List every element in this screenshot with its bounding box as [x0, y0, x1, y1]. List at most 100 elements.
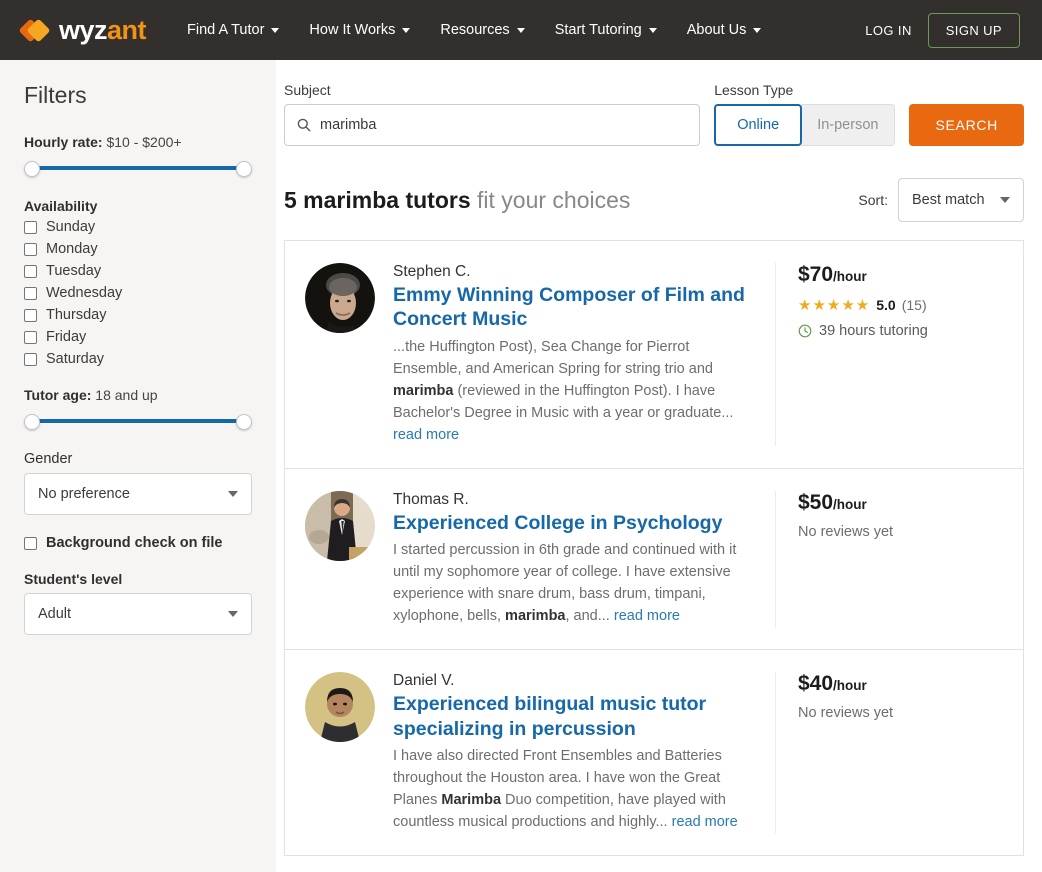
tutor-headline[interactable]: Experienced bilingual music tutor specia… — [393, 692, 759, 741]
slider-knob-max[interactable] — [236, 161, 252, 177]
checkbox-icon[interactable] — [24, 286, 37, 300]
nav-item-resources[interactable]: Resources — [425, 14, 539, 46]
availability-monday[interactable]: Monday — [24, 241, 252, 257]
lesson-type-in-person[interactable]: In-person — [801, 104, 896, 146]
tutor-meta: $70/hour ★★★★★ 5.0 (15) 39 hours tutorin… — [775, 263, 1003, 446]
logo-text-part2: ant — [107, 14, 147, 45]
read-more-link[interactable]: read more — [393, 427, 459, 443]
background-check-label: Background check on file — [46, 535, 223, 551]
tutor-price: $70/hour — [798, 263, 1003, 287]
tutor-price: $50/hour — [798, 491, 1003, 515]
chevron-down-icon — [271, 27, 280, 33]
tutor-meta: $40/hour No reviews yet — [775, 672, 1003, 834]
tutor-age-slider[interactable] — [24, 409, 252, 433]
price-amount: $50 — [798, 490, 834, 514]
checkbox-icon[interactable] — [24, 308, 37, 322]
day-label: Monday — [46, 241, 98, 257]
filters-sidebar: Filters Hourly rate: $10 - $200+ Availab… — [0, 60, 276, 872]
background-check-filter: Background check on file — [24, 535, 252, 551]
sort-select[interactable]: Best match — [898, 178, 1024, 222]
chevron-down-icon — [228, 611, 238, 617]
checkbox-icon[interactable] — [24, 536, 37, 550]
avatar[interactable] — [305, 490, 375, 561]
filters-title: Filters — [24, 82, 87, 108]
rating-value: 5.0 — [876, 297, 896, 313]
gender-select[interactable]: No preference — [24, 473, 252, 515]
student-level-select[interactable]: Adult — [24, 593, 252, 635]
tutor-age-label: Tutor age: 18 and up — [24, 387, 252, 403]
tutor-age-value: 18 and up — [95, 387, 158, 403]
nav-label: About Us — [686, 22, 747, 38]
clock-icon — [798, 324, 812, 338]
nav-label: Find A Tutor — [187, 22, 265, 38]
gender-label: Gender — [24, 451, 73, 467]
results-header: 5 marimba tutors fit your choices Sort: … — [284, 178, 1024, 222]
results-count-title: 5 marimba tutors fit your choices — [284, 187, 630, 214]
site-header: wyzant Find A Tutor How It Works Resourc… — [0, 0, 1042, 60]
signup-button[interactable]: SIGN UP — [927, 12, 1020, 48]
checkbox-icon[interactable] — [24, 330, 37, 344]
availability-tuesday[interactable]: Tuesday — [24, 263, 252, 279]
slider-knob-min[interactable] — [24, 161, 40, 177]
chevron-down-icon — [648, 27, 657, 33]
lesson-type-toggle: Online In-person — [714, 104, 896, 146]
lesson-type-online[interactable]: Online — [714, 104, 803, 146]
slider-knob-min[interactable] — [24, 414, 40, 430]
search-results-main: Subject marimba Lesson Type Online In-pe… — [276, 60, 1042, 872]
availability-friday[interactable]: Friday — [24, 329, 252, 345]
tutor-blurb: I have also directed Front Ensembles and… — [393, 745, 759, 833]
lesson-type-label: Lesson Type — [714, 82, 794, 98]
availability-sunday[interactable]: Sunday — [24, 219, 252, 235]
avatar[interactable] — [305, 672, 375, 743]
blurb-keyword: Marimba — [441, 792, 502, 809]
nav-label: Start Tutoring — [554, 22, 642, 38]
hourly-rate-slider[interactable] — [24, 156, 252, 180]
checkbox-icon[interactable] — [24, 242, 37, 256]
subject-input[interactable]: marimba — [320, 117, 376, 133]
no-reviews-label: No reviews yet — [798, 705, 894, 722]
day-label: Tuesday — [46, 263, 102, 279]
blurb-keyword: marimba — [393, 382, 454, 399]
checkbox-icon[interactable] — [24, 264, 37, 278]
tutor-blurb: I started percussion in 6th grade and co… — [393, 539, 759, 627]
blurb-post: , and... — [565, 608, 614, 625]
nav-label: Resources — [440, 22, 510, 38]
slider-knob-max[interactable] — [236, 414, 252, 430]
nav-item-how-it-works[interactable]: How It Works — [294, 14, 425, 46]
day-label: Thursday — [46, 307, 107, 323]
star-rating-icon: ★★★★★ — [798, 297, 871, 314]
read-more-link[interactable]: read more — [672, 814, 738, 830]
gender-filter: Gender No preference — [24, 451, 252, 515]
tutor-headline[interactable]: Experienced College in Psychology — [393, 511, 759, 535]
availability-wednesday[interactable]: Wednesday — [24, 285, 252, 301]
read-more-link[interactable]: read more — [614, 608, 680, 624]
gender-value: No preference — [38, 486, 130, 502]
subject-input-wrapper[interactable]: marimba — [284, 104, 701, 146]
checkbox-icon[interactable] — [24, 352, 37, 366]
tutor-name: Daniel V. — [393, 672, 455, 690]
nav-item-start-tutoring[interactable]: Start Tutoring — [540, 14, 672, 46]
tutor-age-filter: Tutor age: 18 and up — [24, 387, 252, 433]
tutor-rating: ★★★★★ 5.0 (15) — [798, 296, 1003, 314]
availability-thursday[interactable]: Thursday — [24, 307, 252, 323]
tutor-headline[interactable]: Emmy Winning Composer of Film and Concer… — [393, 283, 759, 332]
slider-track — [32, 166, 244, 170]
availability-saturday[interactable]: Saturday — [24, 351, 252, 367]
results-count: 5 marimba tutors — [284, 186, 471, 213]
header-actions: LOG IN SIGN UP — [865, 12, 1020, 48]
login-link[interactable]: LOG IN — [865, 23, 911, 38]
page-body: Filters Hourly rate: $10 - $200+ Availab… — [0, 60, 1042, 872]
tutor-card[interactable]: Stephen C. Emmy Winning Composer of Film… — [285, 241, 1023, 469]
nav-item-find-a-tutor[interactable]: Find A Tutor — [172, 14, 294, 46]
logo-text: wyzant — [59, 14, 147, 45]
tutor-card[interactable]: Thomas R. Experienced College in Psychol… — [285, 469, 1023, 651]
nav-item-about-us[interactable]: About Us — [672, 14, 777, 46]
checkbox-icon[interactable] — [24, 220, 37, 234]
subject-field-group: Subject marimba — [284, 82, 701, 146]
tutor-card[interactable]: Daniel V. Experienced bilingual music tu… — [285, 650, 1023, 857]
avatar[interactable] — [305, 263, 375, 333]
background-check-row[interactable]: Background check on file — [24, 535, 252, 551]
tutor-info: Thomas R. Experienced College in Psychol… — [393, 491, 775, 628]
wyzant-logo[interactable]: wyzant — [18, 14, 147, 45]
search-button[interactable]: SEARCH — [909, 104, 1024, 146]
